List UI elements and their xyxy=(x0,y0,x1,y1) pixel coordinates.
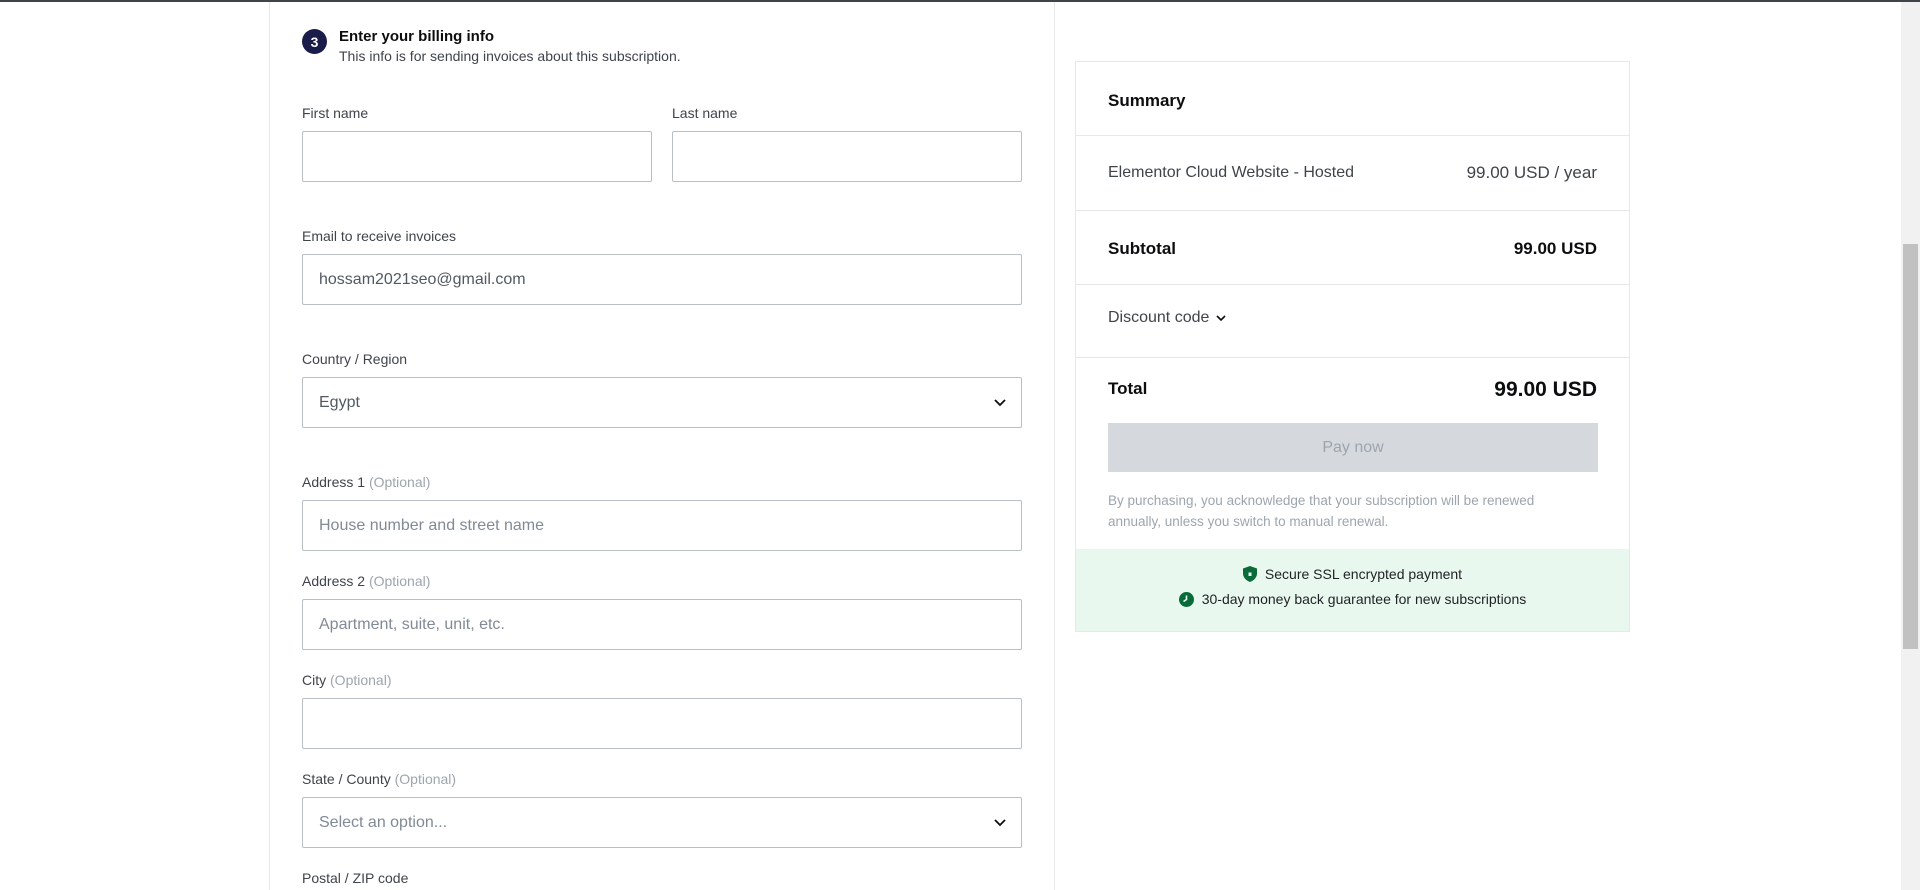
address1-label: Address 1 (Optional) xyxy=(302,473,430,491)
state-label-text: State / County xyxy=(302,771,391,787)
first-name-label: First name xyxy=(302,105,369,121)
country-label: Country / Region xyxy=(302,351,408,367)
chevron-down-icon xyxy=(994,819,1006,827)
chevron-down-icon xyxy=(994,399,1006,407)
total-label: Total xyxy=(1108,379,1148,398)
address1-input[interactable]: House number and street name xyxy=(302,500,1022,551)
state-optional-text: (Optional) xyxy=(394,771,457,787)
address2-label-text: Address 2 xyxy=(302,573,366,589)
discount-code-toggle[interactable]: Discount code xyxy=(1108,309,1227,327)
summary-title: Summary xyxy=(1108,91,1186,110)
guarantee-line: 30-day money back guarantee for new subs… xyxy=(1076,591,1629,607)
step-header: 3 Enter your billing info This info is f… xyxy=(302,28,681,66)
total-value: 99.00 USD xyxy=(1494,378,1597,401)
secure-ssl-text: Secure SSL encrypted payment xyxy=(1264,566,1463,582)
step-subtitle: This info is for sending invoices about … xyxy=(339,48,681,64)
summary-header-row: Summary xyxy=(1076,62,1629,136)
subtotal-value: 99.00 USD xyxy=(1513,239,1597,258)
subtotal-label: Subtotal xyxy=(1108,239,1176,258)
step-title: Enter your billing info xyxy=(339,28,494,45)
address1-label-text: Address 1 xyxy=(302,474,366,490)
discount-code-label: Discount code xyxy=(1108,309,1210,326)
secure-ssl-line: Secure SSL encrypted payment xyxy=(1076,566,1629,582)
step-text: Enter your billing info This info is for… xyxy=(339,28,681,66)
pay-now-button[interactable]: Pay now xyxy=(1108,423,1598,472)
address1-optional-text: (Optional) xyxy=(368,474,431,490)
state-label: State / County (Optional) xyxy=(302,770,456,788)
product-name: Elementor Cloud Website - Hosted xyxy=(1108,164,1355,181)
last-name-label: Last name xyxy=(672,105,738,121)
renewal-disclaimer: By purchasing, you acknowledge that your… xyxy=(1108,493,1535,529)
email-input[interactable]: hossam2021seo@gmail.com xyxy=(302,254,1022,305)
city-label: City (Optional) xyxy=(302,671,391,689)
page-scrollbar-thumb[interactable] xyxy=(1903,244,1918,649)
address2-label: Address 2 (Optional) xyxy=(302,572,430,590)
step-number-badge: 3 xyxy=(302,29,327,54)
city-optional-text: (Optional) xyxy=(330,672,392,688)
guarantee-text: 30-day money back guarantee for new subs… xyxy=(1201,591,1527,607)
shield-icon xyxy=(1242,566,1257,582)
address2-input[interactable]: Apartment, suite, unit, etc. xyxy=(302,599,1022,650)
country-select-value: Egypt xyxy=(319,393,360,411)
first-name-input[interactable] xyxy=(302,131,652,182)
subtotal-row: Subtotal 99.00 USD xyxy=(1076,211,1629,285)
country-select[interactable]: Egypt xyxy=(302,377,1022,428)
address2-optional-text: (Optional) xyxy=(368,573,431,589)
clock-icon xyxy=(1178,591,1194,607)
product-price: 99.00 USD / year xyxy=(1466,163,1597,182)
state-select[interactable]: Select an option... xyxy=(302,797,1022,848)
postal-label: Postal / ZIP code xyxy=(302,870,409,886)
product-row: Elementor Cloud Website - Hosted 99.00 U… xyxy=(1076,136,1629,211)
secure-payment-box: Secure SSL encrypted payment 30-day mone… xyxy=(1076,549,1629,631)
city-input[interactable] xyxy=(302,698,1022,749)
state-select-placeholder: Select an option... xyxy=(319,813,448,831)
city-label-text: City xyxy=(302,672,327,688)
order-summary-card: Summary Elementor Cloud Website - Hosted… xyxy=(1075,61,1630,632)
chevron-down-icon xyxy=(1216,315,1226,322)
email-label: Email to receive invoices xyxy=(302,228,457,244)
last-name-input[interactable] xyxy=(672,131,1022,182)
